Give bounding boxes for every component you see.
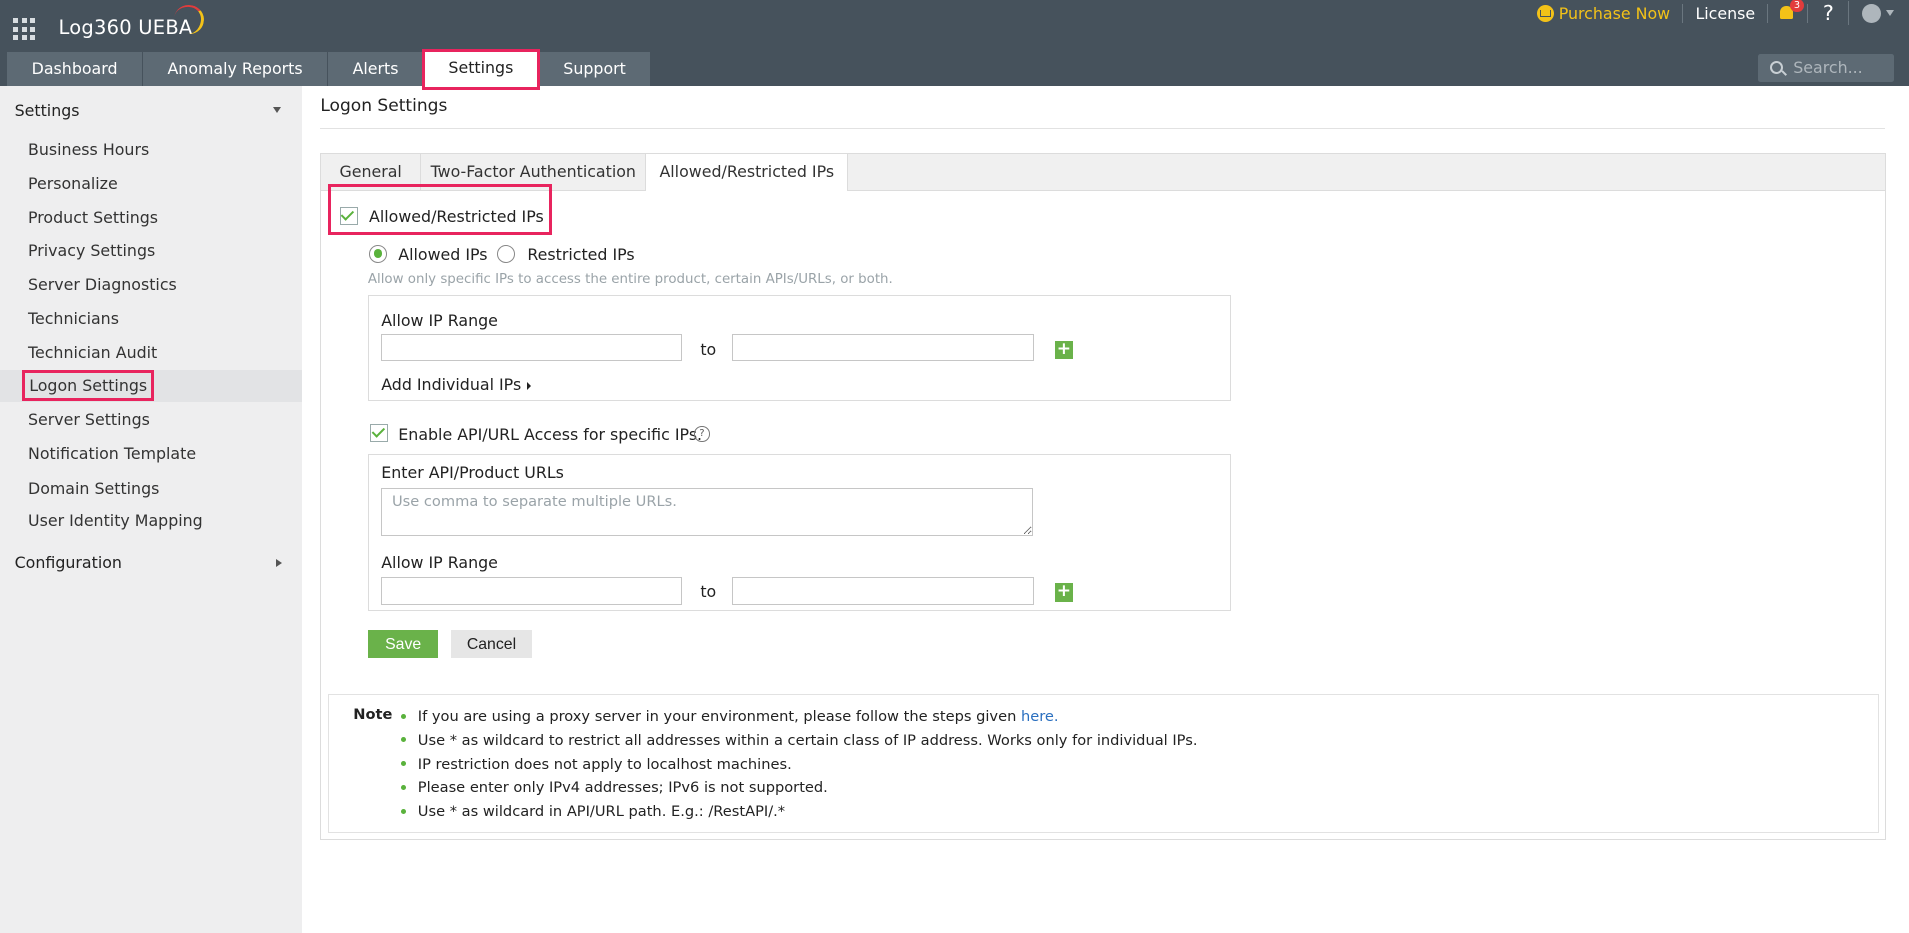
tab-alerts[interactable]: Alerts [328, 52, 423, 87]
sidebar-item-business-hours[interactable]: Business Hours [0, 134, 302, 166]
app-grid-icon[interactable] [13, 18, 36, 41]
note-title: Note [353, 706, 393, 724]
allowed-restricted-ips-label: Allowed/Restricted IPs [369, 207, 544, 227]
user-menu[interactable] [1849, 3, 1908, 24]
api-ip-range-to-input[interactable] [732, 577, 1034, 605]
api-urls-textarea[interactable] [381, 488, 1033, 536]
header-actions: Purchase Now License 3 ? [1525, 0, 1909, 27]
api-access-label: Enable API/URL Access for specific IPs. [398, 425, 703, 445]
sidebar-item-product-settings[interactable]: Product Settings [0, 202, 302, 234]
tab-allowed-restricted-ips[interactable]: Allowed/Restricted IPs [645, 154, 849, 191]
sidebar-heading-configuration[interactable]: Configuration [15, 553, 122, 572]
help-icon[interactable]: ? [1808, 1, 1850, 26]
cancel-button[interactable]: Cancel [450, 629, 533, 658]
allowed-restricted-ips-checkbox[interactable] [339, 207, 358, 225]
note-item: If you are using a proxy server in your … [400, 705, 1198, 729]
sidebar-item-user-identity-mapping[interactable]: User Identity Mapping [0, 505, 302, 537]
tab-dashboard[interactable]: Dashboard [7, 52, 142, 87]
search-placeholder: Search... [1793, 58, 1863, 78]
proxy-help-link[interactable]: here. [1021, 708, 1059, 725]
notifications-button[interactable]: 3 [1768, 0, 1809, 24]
page-title: Logon Settings [320, 96, 448, 117]
note-item: Please enter only IPv4 addresses; IPv6 i… [400, 776, 1198, 800]
chevron-down-icon[interactable] [272, 107, 281, 114]
tab-settings[interactable]: Settings [422, 49, 540, 90]
to-label: to [700, 339, 717, 359]
search-input[interactable]: Search... [1757, 53, 1894, 82]
sidebar-heading-settings[interactable]: Settings [15, 101, 80, 120]
search-icon [1769, 60, 1784, 75]
sidebar-item-technicians[interactable]: Technicians [0, 303, 302, 335]
help-circle-icon[interactable]: ? [694, 426, 710, 442]
sidebar-item-server-diagnostics[interactable]: Server Diagnostics [0, 269, 302, 301]
top-bar: Log360 UEBA Purchase Now License 3 ? Das… [0, 0, 1909, 90]
api-urls-label: Enter API/Product URLs [381, 462, 564, 482]
divider [320, 127, 1886, 130]
sidebar-item-technician-audit[interactable]: Technician Audit [0, 337, 302, 369]
sidebar-item-server-settings[interactable]: Server Settings [0, 404, 302, 436]
panel-tabbar: General Two-Factor Authentication Allowe… [321, 154, 1886, 191]
save-button[interactable]: Save [367, 629, 439, 658]
license-link[interactable]: License [1683, 3, 1769, 23]
notification-badge: 3 [1790, 0, 1804, 13]
sidebar-item-domain-settings[interactable]: Domain Settings [0, 473, 302, 505]
allow-ip-range-label: Allow IP Range [381, 310, 498, 330]
note-item: IP restriction does not apply to localho… [400, 753, 1198, 777]
allowed-ips-label: Allowed IPs [398, 244, 488, 264]
allowed-ips-radio[interactable] [369, 244, 387, 263]
add-range-plus-icon[interactable]: + [1054, 341, 1074, 360]
api-access-checkbox[interactable] [370, 423, 389, 442]
restricted-ips-label: Restricted IPs [527, 244, 635, 264]
purchase-label: Purchase Now [1558, 3, 1671, 23]
tab-anomaly-reports[interactable]: Anomaly Reports [143, 52, 327, 87]
note-item: Use * as wildcard to restrict all addres… [400, 729, 1198, 753]
app-logo[interactable]: Log360 UEBA [58, 16, 192, 39]
restricted-ips-radio[interactable] [496, 244, 515, 263]
tab-support[interactable]: Support [538, 52, 651, 87]
cart-icon [1536, 4, 1554, 22]
main-tabs: Dashboard Anomaly Reports Alerts Setting… [7, 49, 651, 90]
api-ip-range-from-input[interactable] [381, 577, 682, 605]
add-api-range-plus-icon[interactable]: + [1054, 583, 1074, 602]
chevron-right-icon [527, 382, 532, 391]
avatar-icon [1861, 3, 1882, 24]
ip-range-from-input[interactable] [381, 333, 682, 362]
api-allow-ip-range-label: Allow IP Range [381, 552, 498, 572]
note-list: If you are using a proxy server in your … [400, 705, 1198, 824]
note-item: Use * as wildcard in API/URL path. E.g.:… [400, 800, 1198, 824]
ip-range-to-input[interactable] [732, 333, 1034, 362]
api-to-label: to [700, 582, 717, 602]
chevron-down-icon [1885, 10, 1894, 17]
sidebar-item-notification-template[interactable]: Notification Template [0, 438, 302, 470]
chevron-right-icon[interactable] [276, 559, 283, 568]
purchase-now-link[interactable]: Purchase Now [1525, 3, 1684, 23]
add-individual-ips-toggle[interactable]: Add Individual IPs [381, 375, 532, 394]
sidebar-item-logon-settings[interactable]: Logon Settings [0, 369, 303, 402]
sidebar-item-personalize[interactable]: Personalize [0, 168, 302, 200]
ip-hint-text: Allow only specific IPs to access the en… [367, 271, 893, 287]
sidebar-item-privacy-settings[interactable]: Privacy Settings [0, 235, 302, 267]
